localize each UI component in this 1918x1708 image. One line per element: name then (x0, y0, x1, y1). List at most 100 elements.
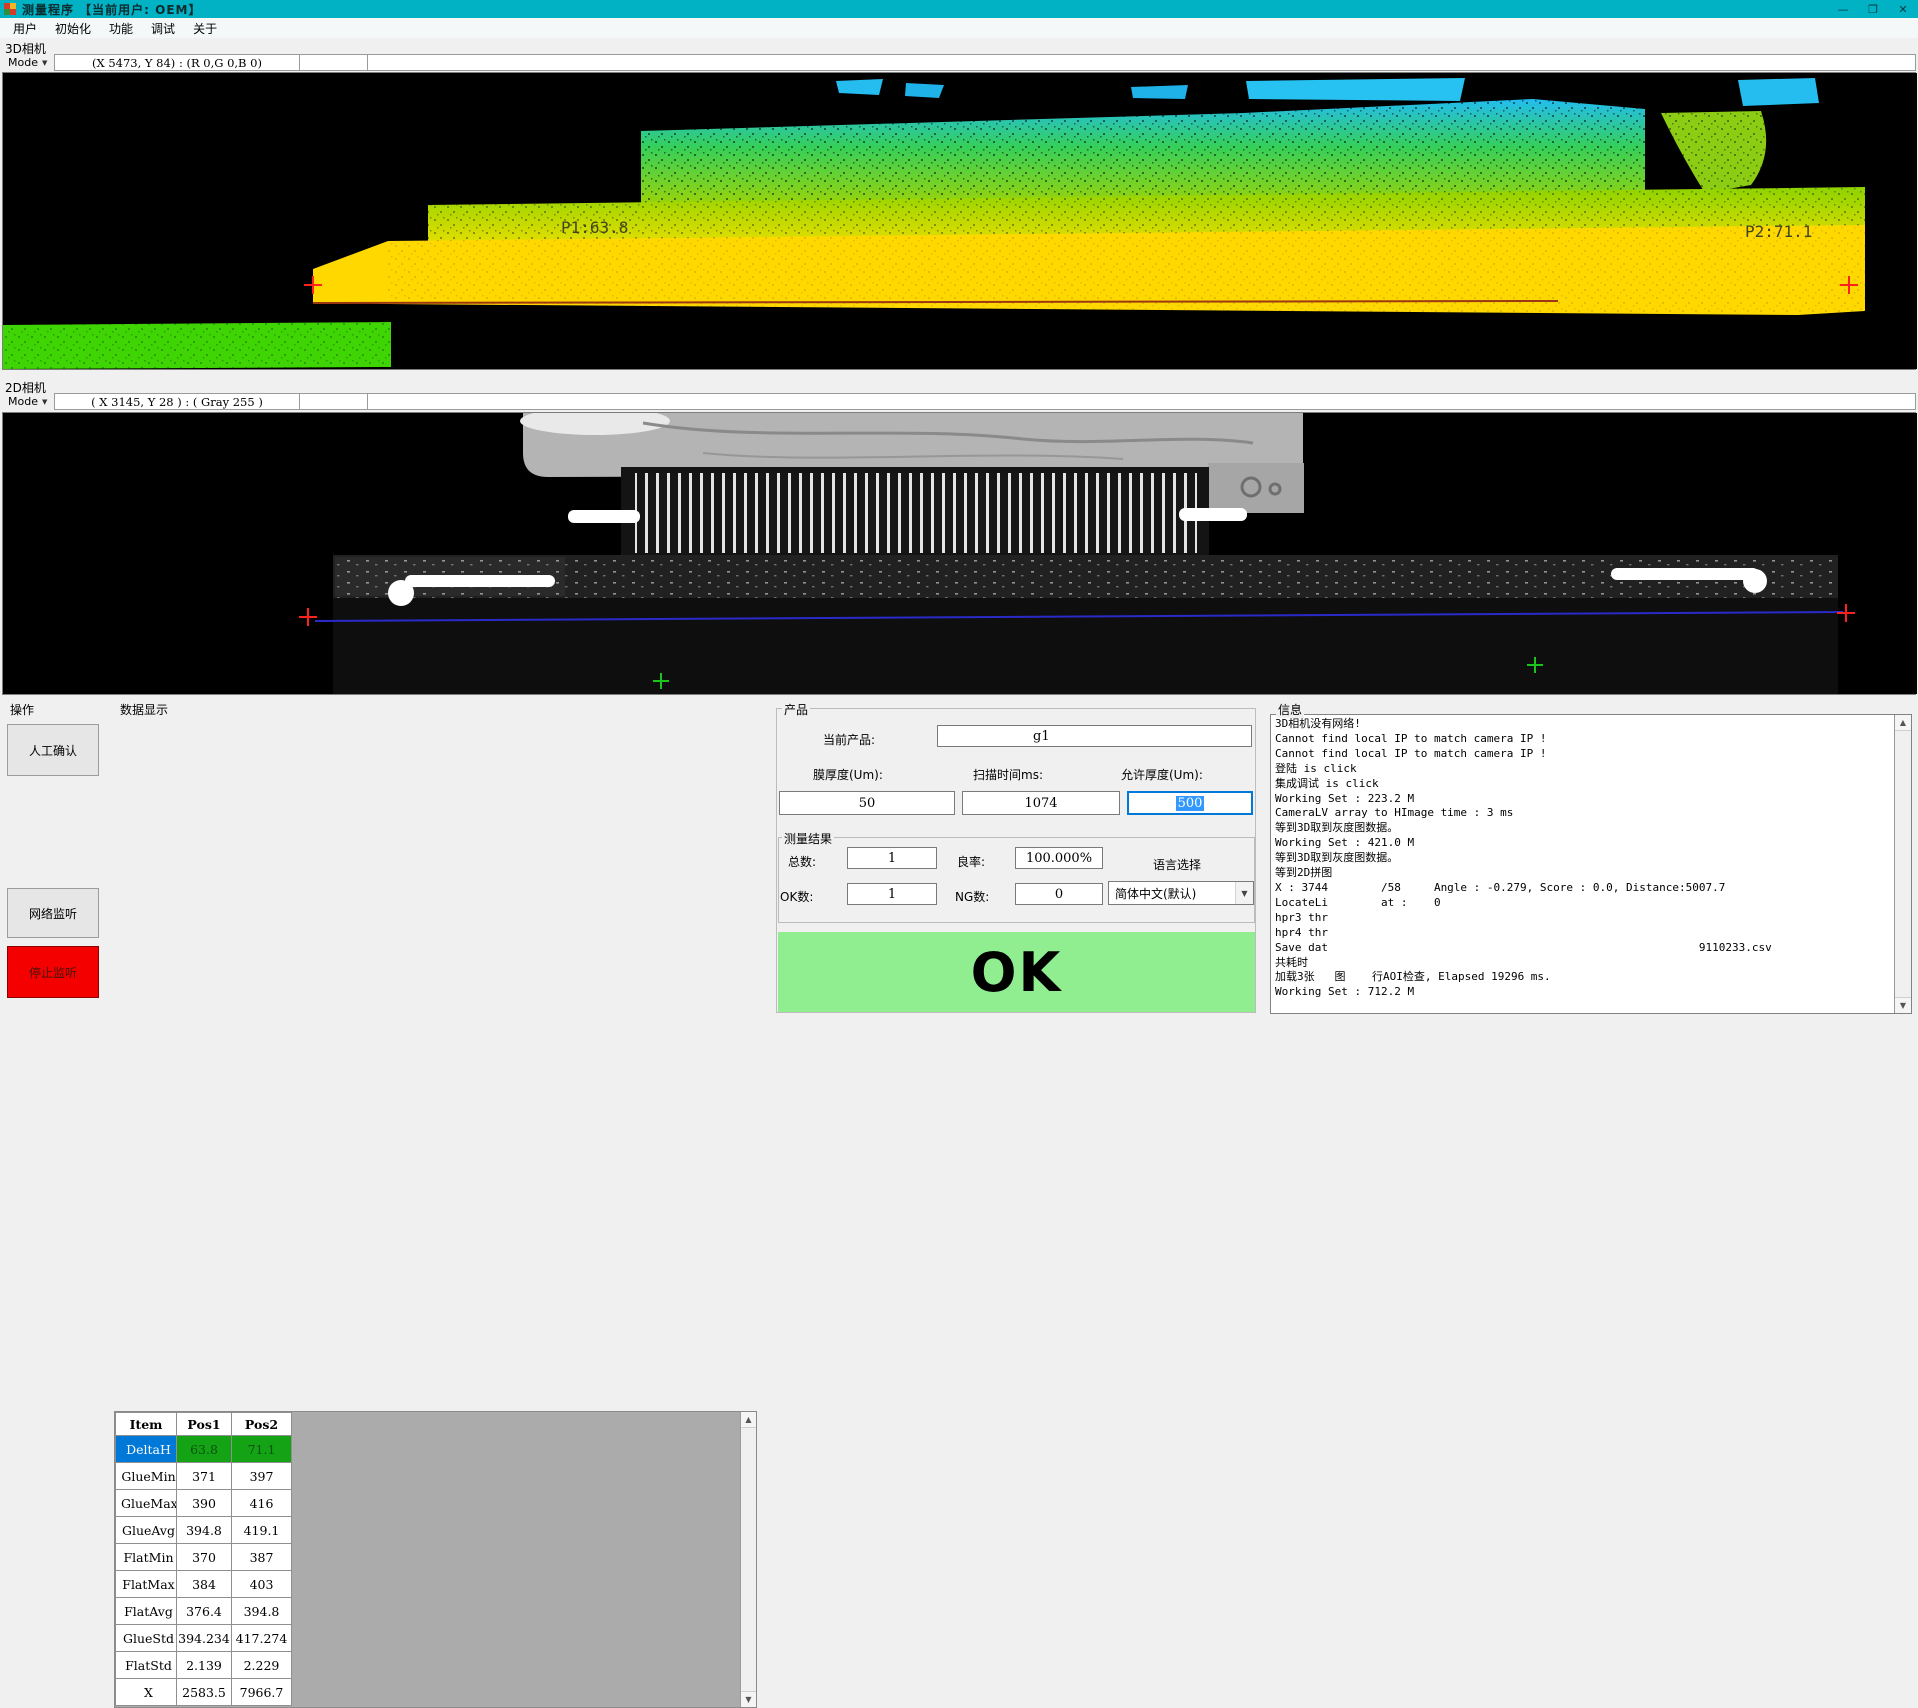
camera2d-view[interactable] (2, 412, 1916, 695)
scroll-down-icon[interactable]: ▼ (1895, 997, 1911, 1013)
table-cell: 2.139 (177, 1652, 232, 1679)
log-line: 3D相机没有网络! (1275, 717, 1891, 732)
scroll-up-icon[interactable]: ▲ (741, 1412, 756, 1428)
heightmap-3d-image: P1:63.8 P2:71.1 (3, 73, 1917, 369)
table-row[interactable]: GlueMin371397 (116, 1463, 292, 1490)
product-title: 产品 (782, 701, 810, 718)
camera2d-status-cell2 (300, 394, 368, 409)
camera3d-mode-dropdown[interactable]: Mode ▼ (2, 54, 54, 71)
log-line: 等到3D取到灰度图数据。 (1275, 821, 1891, 836)
yield-label: 良率: (957, 853, 985, 870)
table-cell: 2583.5 (177, 1679, 232, 1706)
data-grid[interactable]: ItemPos1Pos2 DeltaH63.871.1GlueMin371397… (114, 1411, 757, 1708)
info-log[interactable]: 3D相机没有网络!Cannot find local IP to match c… (1270, 714, 1912, 1014)
table-row[interactable]: FlatMax384403 (116, 1571, 292, 1598)
menu-item-3[interactable]: 调试 (142, 18, 184, 39)
ng-count-input[interactable]: 0 (1015, 883, 1103, 905)
table-cell: GlueStd (116, 1625, 177, 1652)
table-cell: GlueMin (116, 1463, 177, 1490)
log-line: 共耗时 (1275, 956, 1891, 971)
table-row[interactable]: DeltaH63.871.1 (116, 1436, 292, 1463)
current-product-input[interactable]: g1 (937, 725, 1252, 747)
manual-confirm-button[interactable]: 人工确认 (7, 724, 99, 776)
log-line: Cannot find local IP to match camera IP … (1275, 732, 1891, 747)
total-label: 总数: (788, 853, 816, 870)
p2-annotation: P2:71.1 (1745, 222, 1812, 241)
table-cell: 7966.7 (232, 1679, 292, 1706)
p1-annotation: P1:63.8 (561, 218, 628, 237)
camera2d-mode-dropdown[interactable]: Mode ▼ (2, 393, 54, 410)
yield-input[interactable]: 100.000% (1015, 847, 1103, 869)
camera2d-pixel-status: ( X 3145, Y 28 ) : ( Gray 255 ) (55, 394, 300, 409)
log-line: 等到2D拼图 (1275, 866, 1891, 881)
camera2d-status-cell3 (368, 394, 1915, 409)
table-cell: DeltaH (116, 1436, 177, 1463)
log-line: 集成调试 is click (1275, 777, 1891, 792)
result-status-banner: OK (778, 932, 1255, 1012)
restore-button[interactable]: ❐ (1858, 0, 1888, 18)
menu-item-2[interactable]: 功能 (100, 18, 142, 39)
ok-count-input[interactable]: 1 (847, 883, 937, 905)
column-header: Item (116, 1413, 177, 1436)
camera3d-status-strip: (X 5473, Y 84) : (R 0,G 0,B 0) (54, 54, 1916, 71)
scan-time-input[interactable]: 1074 (962, 791, 1120, 815)
table-cell: 394.8 (232, 1598, 292, 1625)
table-row[interactable]: FlatMin370387 (116, 1544, 292, 1571)
table-cell: 63.8 (177, 1436, 232, 1463)
network-listen-button[interactable]: 网络监听 (7, 888, 99, 938)
table-cell: 390 (177, 1490, 232, 1517)
table-row[interactable]: FlatStd2.1392.229 (116, 1652, 292, 1679)
minimize-button[interactable]: — (1828, 0, 1858, 18)
log-line: hpr3 thr (1275, 911, 1891, 926)
table-cell: GlueMax (116, 1490, 177, 1517)
total-input[interactable]: 1 (847, 847, 937, 869)
allowed-thickness-input[interactable]: 500 (1127, 791, 1253, 815)
menu-item-1[interactable]: 初始化 (46, 18, 100, 39)
menu-item-0[interactable]: 用户 (4, 18, 46, 39)
camera2d-status-strip: ( X 3145, Y 28 ) : ( Gray 255 ) (54, 393, 1916, 410)
log-line: Save dat 9110233.csv (1275, 941, 1891, 956)
table-cell: 387 (232, 1544, 292, 1571)
log-line: hpr4 thr (1275, 926, 1891, 941)
result-status-text: OK (971, 941, 1063, 1004)
menu-item-4[interactable]: 关于 (184, 18, 226, 39)
table-cell: FlatMin (116, 1544, 177, 1571)
table-cell: 2.229 (232, 1652, 292, 1679)
camera3d-status-cell3 (368, 55, 1915, 70)
scroll-up-icon[interactable]: ▲ (1895, 715, 1911, 731)
title-bar: 测量程序 【当前用户: OEM】 — ❐ ✕ (0, 0, 1918, 18)
table-cell: 403 (232, 1571, 292, 1598)
current-product-label: 当前产品: (823, 731, 875, 748)
table-cell: 71.1 (232, 1436, 292, 1463)
log-line: LocateLi at : 0 (1275, 896, 1891, 911)
scroll-down-icon[interactable]: ▼ (741, 1691, 756, 1707)
table-row[interactable]: X2583.57966.7 (116, 1679, 292, 1706)
table-row[interactable]: GlueStd394.234417.274 (116, 1625, 292, 1652)
table-cell: FlatAvg (116, 1598, 177, 1625)
app-icon (4, 3, 16, 15)
log-line: CameraLV array to HImage time : 3 ms (1275, 806, 1891, 821)
chevron-down-icon: ▼ (42, 398, 47, 406)
language-select[interactable]: 简体中文(默认) ▼ (1108, 881, 1254, 905)
data-grid-scrollbar[interactable]: ▲ ▼ (740, 1412, 756, 1707)
log-line: Cannot find local IP to match camera IP … (1275, 747, 1891, 762)
table-cell: 397 (232, 1463, 292, 1490)
camera3d-view[interactable]: P1:63.8 P2:71.1 (2, 72, 1916, 370)
camera3d-pixel-status: (X 5473, Y 84) : (R 0,G 0,B 0) (55, 55, 300, 70)
column-header: Pos2 (232, 1413, 292, 1436)
table-row[interactable]: GlueAvg394.8419.1 (116, 1517, 292, 1544)
chevron-down-icon: ▼ (42, 59, 47, 67)
selected-text: 500 (1176, 796, 1205, 811)
info-log-scrollbar[interactable]: ▲ ▼ (1894, 715, 1911, 1013)
stop-listen-button[interactable]: 停止监听 (7, 946, 99, 998)
bottom-panel: 操作 人工确认 网络监听 停止监听 数据显示 ItemPos1Pos2 Delt… (0, 695, 1918, 1017)
table-row[interactable]: FlatAvg376.4394.8 (116, 1598, 292, 1625)
close-button[interactable]: ✕ (1888, 0, 1918, 18)
table-row[interactable]: GlueMax390416 (116, 1490, 292, 1517)
results-title: 测量结果 (782, 830, 834, 847)
film-thickness-input[interactable]: 50 (779, 791, 955, 815)
mode-label: Mode (8, 395, 38, 408)
table-header-row: ItemPos1Pos2 (116, 1413, 292, 1436)
camera3d-status-cell2 (300, 55, 368, 70)
language-label: 语言选择 (1153, 856, 1201, 873)
